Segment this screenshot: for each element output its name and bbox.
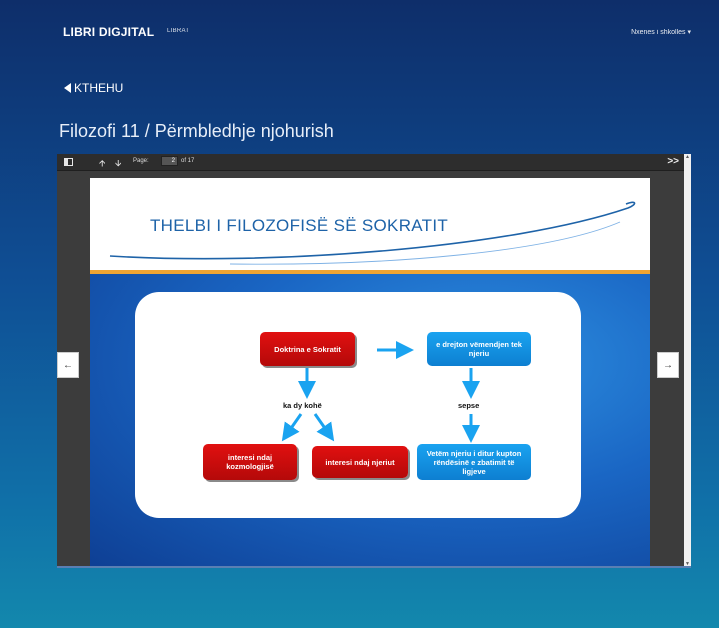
back-link[interactable]: KTHEHU bbox=[64, 81, 123, 95]
box-doctrine: Doktrina e Sokratit bbox=[260, 332, 355, 366]
page-label: Page: bbox=[133, 158, 149, 164]
page-title: Filozofi 11 / Përmbledhje njohurish bbox=[59, 121, 334, 141]
viewer-scrollbar[interactable]: ▲ ▼ bbox=[684, 154, 691, 568]
more-tools-icon[interactable]: >> bbox=[667, 156, 679, 167]
user-menu-dropdown[interactable]: Nxenes i shkolles ▾ bbox=[631, 28, 691, 36]
label-two-times: ka dy kohë bbox=[283, 401, 322, 410]
brand-logo[interactable]: LIBRI DIGJITAL bbox=[63, 25, 154, 39]
back-arrow-icon bbox=[64, 83, 71, 93]
box-only-man: Vetëm njeriu i ditur kupton rëndësinë e … bbox=[417, 444, 531, 480]
box-man: interesi ndaj njeriut bbox=[312, 446, 408, 478]
arrow-down-right-icon bbox=[313, 413, 335, 442]
slide-body: Doktrina e Sokratit e drejton vëmendjen … bbox=[90, 274, 650, 568]
arrow-up-icon[interactable]: 🡩 bbox=[99, 156, 105, 172]
label-because: sepse bbox=[458, 401, 480, 410]
diagram-arrows bbox=[281, 341, 480, 443]
sidebar-toggle-icon[interactable] bbox=[64, 158, 73, 166]
slide-title: THELBI I FILOZOFISË SË SOKRATIT bbox=[150, 216, 449, 235]
top-navbar: LIBRI DIGJITAL LIBRAT Nxenes i shkolles … bbox=[0, 0, 719, 60]
box-cosmology: interesi ndaj kozmologjisë bbox=[203, 444, 297, 480]
nav-librat-link[interactable]: LIBRAT bbox=[167, 28, 189, 34]
slide-header: THELBI I FILOZOFISË SË SOKRATIT bbox=[90, 178, 650, 270]
app-frame: LIBRI DIGJITAL LIBRAT Nxenes i shkolles … bbox=[0, 0, 719, 628]
document-page: THELBI I FILOZOFISË SË SOKRATIT Doktrina… bbox=[90, 178, 650, 568]
page-total: of 17 bbox=[181, 158, 195, 164]
arrow-down-icon[interactable]: 🡫 bbox=[115, 156, 121, 172]
page-number-input[interactable]: 2 bbox=[161, 156, 178, 166]
next-page-button[interactable]: → bbox=[657, 352, 679, 378]
viewer-toolbar: 🡩 🡫 Page: 2 of 17 >> bbox=[57, 154, 691, 171]
concept-card: Doktrina e Sokratit e drejton vëmendjen … bbox=[135, 292, 581, 518]
back-label: KTHEHU bbox=[74, 81, 124, 95]
pdf-viewer: 🡩 🡫 Page: 2 of 17 >> THELBI I FILOZOFISË… bbox=[57, 154, 691, 568]
scroll-up-icon[interactable]: ▲ bbox=[685, 155, 690, 160]
box-directs: e drejton vëmendjen tek njeriu bbox=[427, 332, 531, 366]
arrow-down-left-icon bbox=[281, 413, 303, 442]
viewer-bottom-edge bbox=[57, 566, 691, 568]
prev-page-button[interactable]: ← bbox=[57, 352, 79, 378]
